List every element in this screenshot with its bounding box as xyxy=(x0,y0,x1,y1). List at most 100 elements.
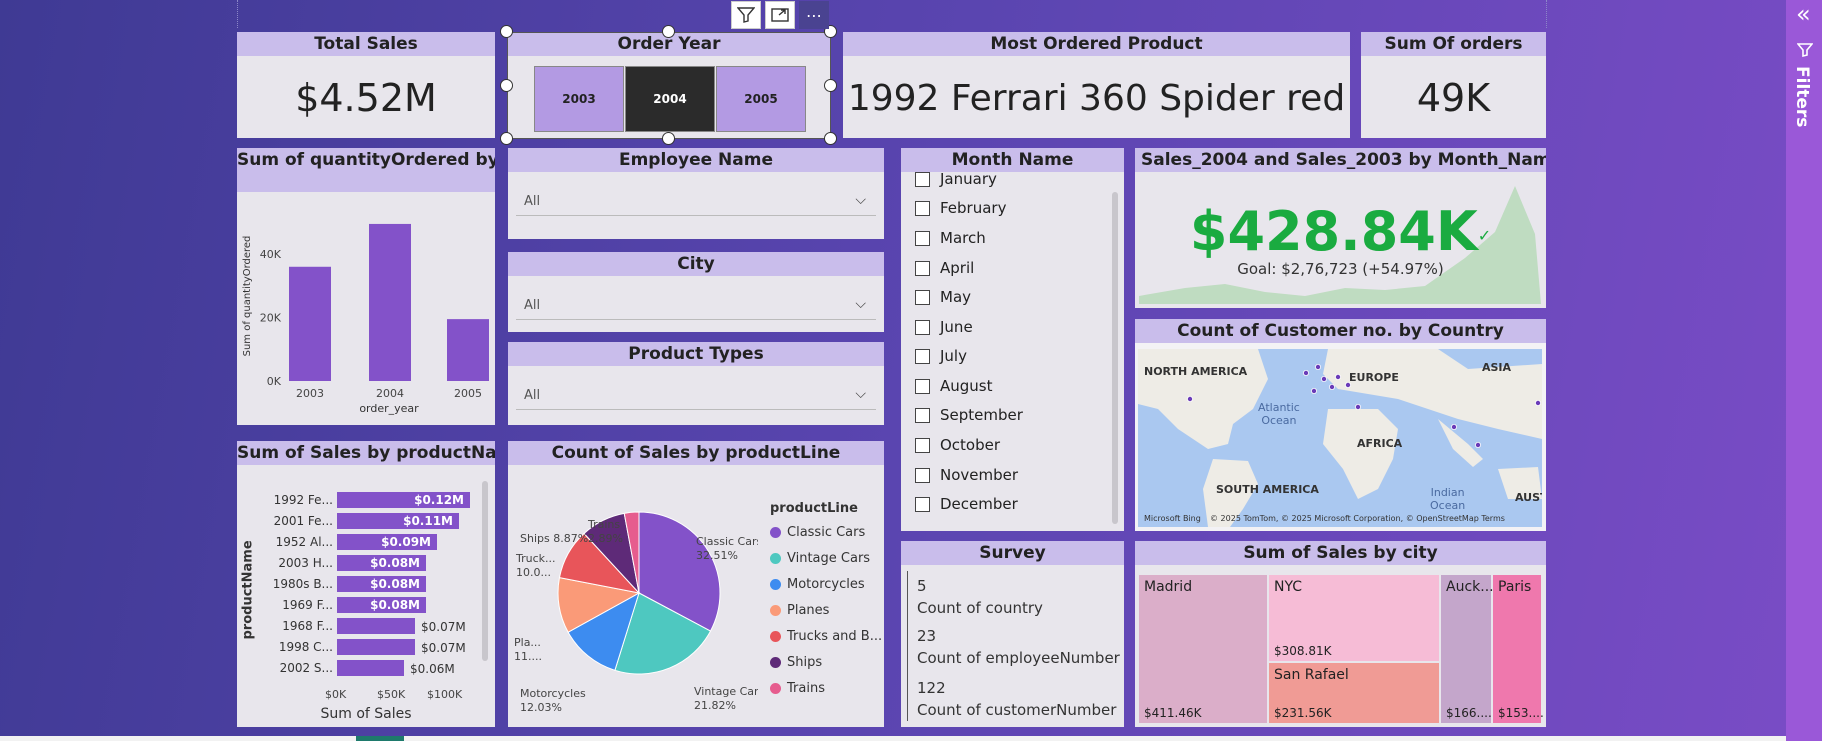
ocean-label: Indian Ocean xyxy=(1430,486,1466,512)
resize-handle[interactable] xyxy=(662,25,675,38)
filters-pane[interactable]: « Filters xyxy=(1786,0,1822,741)
goal-text: Goal: $2,76,723 (+54.97%) xyxy=(1237,260,1444,278)
bar[interactable]: $0.09M xyxy=(337,534,437,550)
checkbox[interactable] xyxy=(915,378,930,394)
treemap-tile-madrid[interactable]: Madrid $411.46K xyxy=(1139,575,1267,723)
month-option[interactable]: September xyxy=(915,406,1023,424)
total-sales-card[interactable]: Total Sales $4.52M xyxy=(237,32,495,138)
legend-item[interactable]: Motorcycles xyxy=(770,577,865,592)
product-types-slicer[interactable]: Product Types All ⌵ xyxy=(508,342,884,425)
month-option[interactable]: October xyxy=(915,436,1000,454)
scrollbar[interactable] xyxy=(482,481,488,661)
month-option[interactable]: February xyxy=(915,199,1006,217)
sum-orders-card[interactable]: Sum Of orders 49K xyxy=(1361,32,1546,138)
card-title: Survey xyxy=(901,541,1124,565)
qty-by-year-chart[interactable]: Sum of quantityOrdered by order_year Sum… xyxy=(237,148,495,425)
bar-value-label: $0.07M xyxy=(421,641,466,655)
city-slicer[interactable]: City All ⌵ xyxy=(508,252,884,332)
month-option[interactable]: May xyxy=(915,288,971,306)
y-tick: 20K xyxy=(260,312,282,325)
city-dropdown[interactable]: All ⌵ xyxy=(516,290,876,320)
treemap-tile-paris[interactable]: Paris $153.... xyxy=(1493,575,1544,723)
dropdown-value: All xyxy=(524,388,541,403)
more-options-icon[interactable]: ⋯ xyxy=(799,1,829,29)
sales-by-city-treemap[interactable]: Sum of Sales by city Madrid $411.46K NYC $… xyxy=(1135,541,1546,727)
slice-label: 12.03% xyxy=(520,701,562,714)
resize-handle[interactable] xyxy=(500,25,513,38)
month-option[interactable]: November xyxy=(915,466,1018,484)
x-tick: $50K xyxy=(377,688,406,701)
filter-icon[interactable] xyxy=(731,1,761,29)
checkbox[interactable] xyxy=(915,348,930,364)
treemap-tile-nyc[interactable]: NYC $308.81K xyxy=(1269,575,1439,661)
resize-handle[interactable] xyxy=(824,79,837,92)
bar[interactable] xyxy=(369,223,411,381)
bar[interactable]: $0.08M xyxy=(337,555,426,571)
y-tick: 0K xyxy=(267,375,282,388)
month-option[interactable]: August xyxy=(915,377,993,395)
employee-slicer[interactable]: Employee Name All ⌵ xyxy=(508,148,884,239)
checkbox[interactable] xyxy=(915,200,930,216)
resize-handle[interactable] xyxy=(500,132,513,145)
legend-item[interactable]: Trucks and B... xyxy=(770,629,882,644)
checkbox[interactable] xyxy=(915,289,930,305)
treemap-tile-auckland[interactable]: Auck... $166.... xyxy=(1441,575,1494,723)
month-label: April xyxy=(940,259,975,277)
sales-by-product-chart[interactable]: Sum of Sales by productName productName … xyxy=(237,441,495,727)
card-title: Sum Of orders xyxy=(1361,32,1546,56)
resize-handle[interactable] xyxy=(824,132,837,145)
slice-label: 21.82% xyxy=(694,699,736,712)
checkbox[interactable] xyxy=(915,467,930,483)
checkbox[interactable] xyxy=(915,496,930,512)
checkbox[interactable] xyxy=(915,171,930,187)
month-option[interactable]: July xyxy=(915,347,967,365)
legend-item[interactable]: Classic Cars xyxy=(770,525,865,540)
month-option[interactable]: January xyxy=(915,170,997,188)
sales-goal-card[interactable]: Sales_2004 and Sales_2003 by Month_Name … xyxy=(1135,148,1546,308)
checkbox[interactable] xyxy=(915,260,930,276)
legend-item[interactable]: Planes xyxy=(770,603,829,618)
month-option[interactable]: June xyxy=(915,318,973,336)
slice-label: 32.51% xyxy=(696,549,738,562)
bar[interactable] xyxy=(337,660,404,676)
focus-mode-icon[interactable] xyxy=(765,1,795,29)
survey-card[interactable]: Survey 5 Count of country 23 Count of em… xyxy=(901,541,1124,727)
bar[interactable]: $0.11M xyxy=(337,513,459,529)
product-types-dropdown[interactable]: All ⌵ xyxy=(516,380,876,410)
legend-swatch xyxy=(770,605,781,616)
checkbox[interactable] xyxy=(915,230,930,246)
bar-category-label: 1998 C... xyxy=(278,640,333,654)
employee-dropdown[interactable]: All ⌵ xyxy=(516,186,876,216)
card-title: Most Ordered Product xyxy=(843,32,1350,56)
month-slicer[interactable]: Month Name January February March April May J… xyxy=(901,148,1124,531)
checkbox[interactable] xyxy=(915,407,930,423)
active-page-tab[interactable] xyxy=(356,736,404,741)
bar[interactable] xyxy=(337,639,415,655)
month-option[interactable]: December xyxy=(915,495,1018,513)
scrollbar[interactable] xyxy=(1112,192,1118,524)
legend-item[interactable]: Ships xyxy=(770,655,822,670)
map-attribution[interactable]: © 2025 TomTom, © 2025 Microsoft Corporat… xyxy=(1210,514,1505,523)
legend-item[interactable]: Trains xyxy=(770,681,825,696)
month-option[interactable]: March xyxy=(915,229,986,247)
customer-map[interactable]: Count of Customer no. by Country NORTH A… xyxy=(1135,319,1546,531)
map-canvas[interactable]: NORTH AMERICA EUROPE ASIA Atlantic Ocean… xyxy=(1138,349,1542,527)
checkbox[interactable] xyxy=(915,319,930,335)
bar[interactable]: $0.12M xyxy=(337,492,470,508)
bar[interactable] xyxy=(447,319,489,381)
resize-handle[interactable] xyxy=(662,132,675,145)
bar[interactable]: $0.08M xyxy=(337,597,426,613)
legend-swatch xyxy=(770,527,781,538)
resize-handle[interactable] xyxy=(500,79,513,92)
checkbox[interactable] xyxy=(915,437,930,453)
bar[interactable] xyxy=(289,266,331,381)
month-option[interactable]: April xyxy=(915,259,974,277)
bar[interactable] xyxy=(337,618,415,634)
legend-item[interactable]: Vintage Cars xyxy=(770,551,870,566)
bar[interactable]: $0.08M xyxy=(337,576,426,592)
collapse-icon[interactable]: « xyxy=(1796,0,1811,28)
treemap-tile-san-rafael[interactable]: San Rafael $231.56K xyxy=(1269,663,1439,723)
slicer-title: Employee Name xyxy=(508,148,884,172)
most-ordered-card[interactable]: Most Ordered Product 1992 Ferrari 360 Sp… xyxy=(843,32,1350,138)
sales-by-productline-chart[interactable]: Count of Sales by productLine Classic Ca… xyxy=(508,441,884,727)
